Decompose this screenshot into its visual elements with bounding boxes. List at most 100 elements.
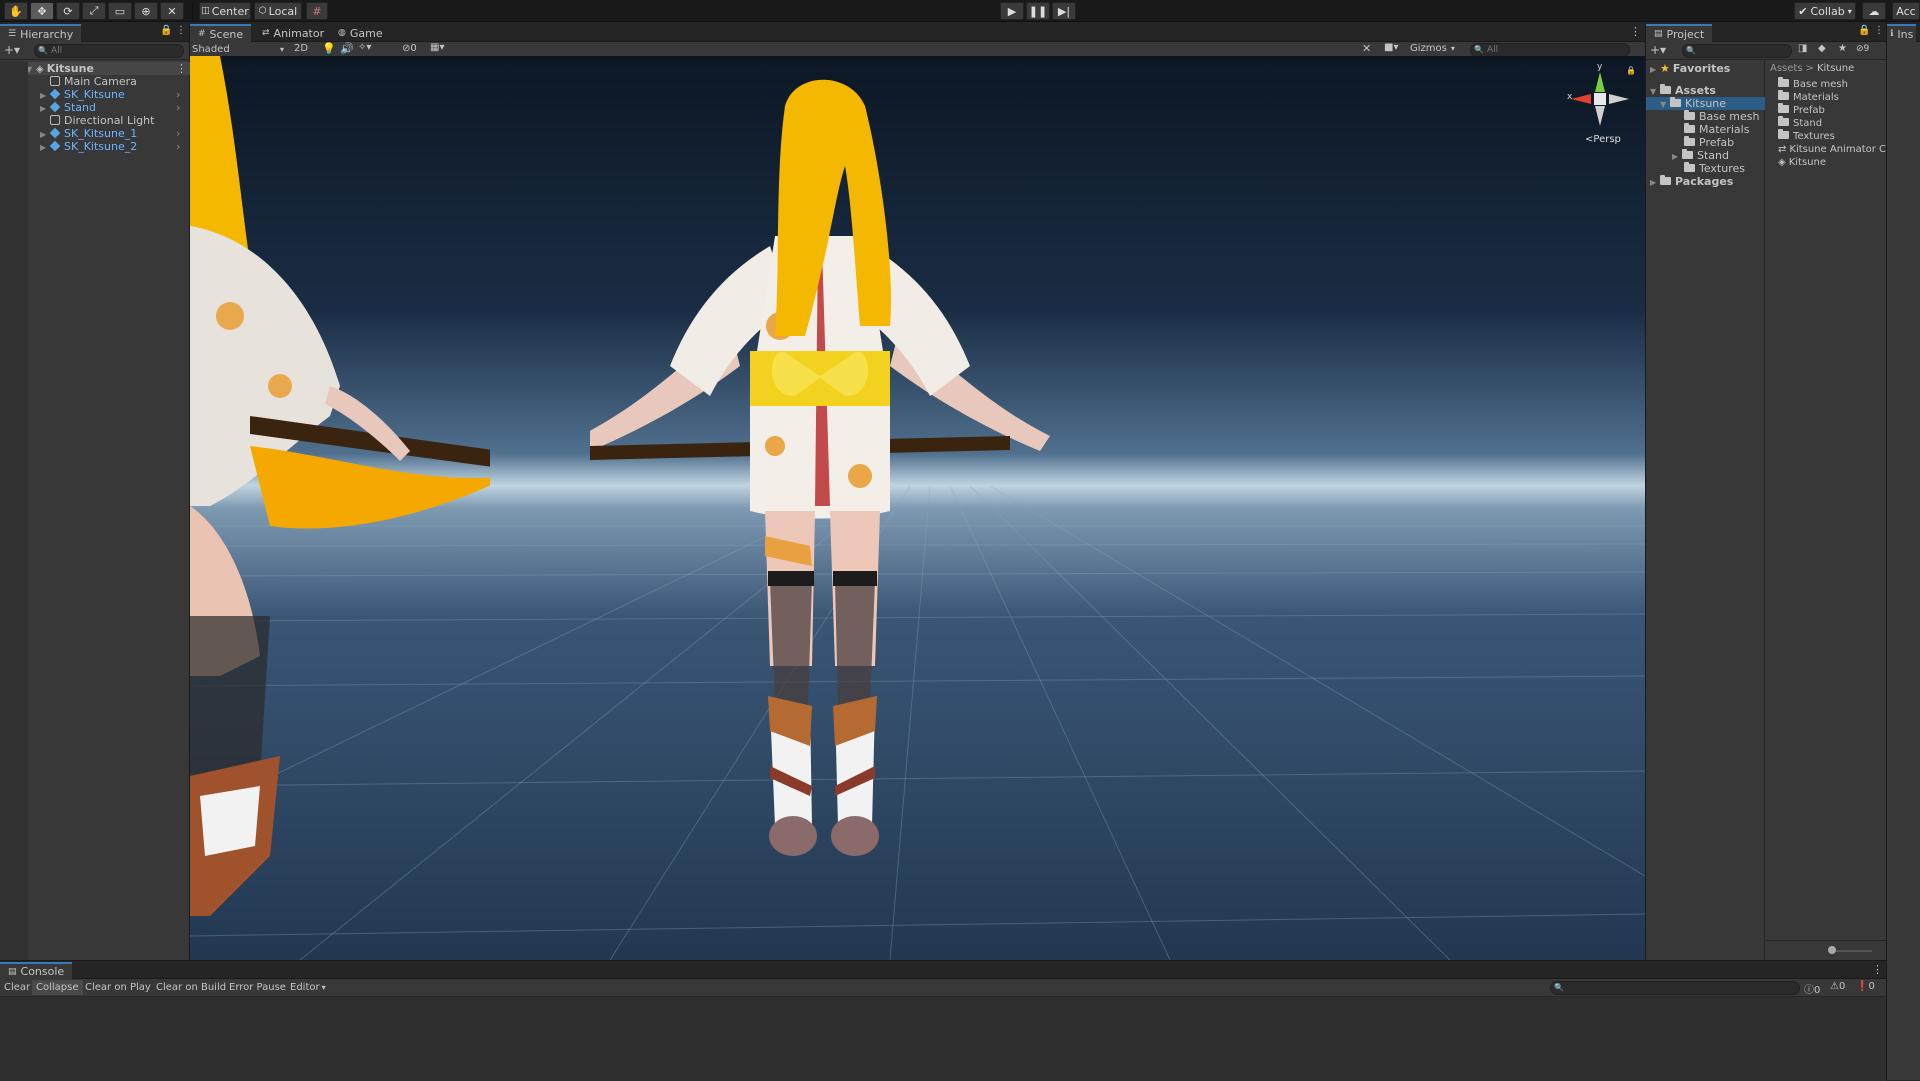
fold-closed-icon[interactable]: ▶ — [40, 102, 50, 115]
gizmo-center-cube[interactable] — [1594, 93, 1606, 105]
step-button[interactable]: ▶| — [1052, 2, 1076, 20]
fold-closed-icon[interactable]: ▶ — [40, 141, 50, 154]
breadcrumb-kitsune[interactable]: Kitsune — [1817, 63, 1854, 74]
kebab-menu-icon[interactable]: ⋮ — [1874, 25, 1884, 36]
grid-visibility-icon[interactable]: ▦▾ — [430, 42, 444, 53]
breadcrumb-assets[interactable]: Assets — [1770, 63, 1803, 74]
gizmo-neg-y-axis[interactable] — [1595, 106, 1605, 126]
favorite-star-icon[interactable]: ★ — [1838, 43, 1847, 54]
pivot-mode-button[interactable]: ◫ Center — [199, 2, 251, 20]
rotate-tool-button[interactable]: ⟳ — [56, 2, 80, 20]
camera-icon[interactable]: ■▾ — [1384, 42, 1398, 53]
rect-tool-button[interactable]: ▭ — [108, 2, 132, 20]
gizmo-lock-icon[interactable]: 🔒 — [1626, 66, 1636, 75]
project-search-input[interactable] — [1682, 44, 1792, 58]
gizmo-neg-x-axis[interactable] — [1609, 94, 1629, 104]
gizmo-x-axis[interactable] — [1571, 94, 1591, 104]
console-warning-toggle[interactable]: ⚠0 — [1830, 981, 1845, 992]
collab-button[interactable]: ✔ Collab ▾ — [1794, 2, 1856, 20]
hierarchy-item[interactable]: ▶ SK_Kitsune › — [40, 88, 190, 101]
hierarchy-item[interactable]: Main Camera — [50, 75, 137, 88]
scene-menu-icon[interactable]: ⋮ — [176, 62, 187, 75]
fold-closed-icon[interactable]: ▶ — [1650, 176, 1660, 189]
shading-mode-dropdown[interactable]: Shaded ▾ — [192, 43, 288, 56]
fold-closed-icon[interactable]: ▶ — [1672, 150, 1682, 163]
scale-tool-button[interactable]: ⤢ — [82, 2, 106, 20]
tab-inspector[interactable]: ℹ Ins — [1887, 24, 1917, 42]
projection-toggle[interactable]: <Persp — [1585, 134, 1621, 145]
orientation-gizmo[interactable] — [1565, 64, 1635, 134]
tree-assets[interactable]: ▼ Assets — [1650, 84, 1716, 97]
scene-viewport[interactable]: y x 🔒 <Persp — [190, 56, 1645, 960]
character-model-kitsune[interactable] — [590, 66, 1090, 946]
console-log-toggle[interactable]: ⓘ0 — [1804, 981, 1820, 996]
console-clear-button[interactable]: Clear — [0, 980, 34, 995]
lock-icon[interactable]: 🔒 — [1858, 25, 1870, 36]
gizmo-y-axis[interactable] — [1595, 72, 1605, 92]
hidden-packages-toggle[interactable]: ⊘9 — [1856, 44, 1869, 54]
hand-tool-button[interactable]: ✋ — [4, 2, 28, 20]
hierarchy-search-input[interactable]: All — [34, 44, 184, 58]
account-button[interactable]: Acc — [1892, 2, 1920, 20]
effects-icon[interactable]: ✧▾ — [358, 42, 371, 53]
tab-animator[interactable]: ⇄ Animator — [254, 24, 332, 42]
icon-size-slider-track[interactable] — [1832, 950, 1872, 952]
kebab-menu-icon[interactable]: ⋮ — [176, 25, 186, 36]
asset-item[interactable]: Prefab — [1778, 103, 1825, 117]
tree-favorites[interactable]: ▶ ★ Favorites — [1650, 62, 1730, 75]
asset-item[interactable]: Materials — [1778, 90, 1839, 104]
character-model-partial[interactable] — [190, 56, 490, 960]
filter-type-icon[interactable]: ◨ — [1798, 43, 1807, 54]
chevron-right-icon[interactable]: › — [176, 88, 180, 101]
custom-tool-button[interactable]: ✕ — [160, 2, 184, 20]
chevron-right-icon[interactable]: › — [176, 127, 180, 140]
gizmos-dropdown[interactable]: Gizmos ▾ — [1410, 43, 1460, 54]
asset-item[interactable]: Textures — [1778, 129, 1835, 143]
chevron-right-icon[interactable]: › — [176, 101, 180, 114]
hidden-objects-toggle[interactable]: ⊘0 — [402, 43, 417, 54]
console-search-input[interactable] — [1550, 981, 1800, 995]
create-plus-icon[interactable]: +▾ — [4, 43, 20, 57]
hierarchy-item[interactable]: ▶ SK_Kitsune_1 › — [40, 127, 190, 140]
tree-folder[interactable]: Base mesh — [1684, 110, 1759, 123]
scene-search-input[interactable]: All — [1470, 43, 1630, 57]
console-clear-on-build-button[interactable]: Clear on Build — [152, 980, 230, 995]
asset-item[interactable]: ◈ Kitsune — [1778, 156, 1826, 169]
console-collapse-button[interactable]: Collapse — [32, 980, 83, 995]
filter-label-icon[interactable]: ◆ — [1818, 43, 1826, 54]
scene-root-row[interactable]: ▼ ◈ Kitsune ⋮ — [0, 62, 190, 75]
tree-folder[interactable]: Prefab — [1684, 136, 1734, 149]
tree-folder[interactable]: Materials — [1684, 123, 1749, 136]
chevron-right-icon[interactable]: › — [176, 140, 180, 153]
asset-item[interactable]: ⇄ Kitsune Animator Co — [1778, 143, 1887, 156]
tree-folder[interactable]: Textures — [1684, 162, 1745, 175]
fold-closed-icon[interactable]: ▶ — [1650, 63, 1660, 76]
tab-hierarchy[interactable]: ☰ Hierarchy — [0, 24, 82, 42]
toggle-2d-button[interactable]: 2D — [294, 43, 314, 54]
space-mode-button[interactable]: ⬡ Local — [254, 2, 302, 20]
cloud-button[interactable]: ☁ — [1862, 2, 1886, 20]
tree-folder[interactable]: ▶ Stand — [1672, 149, 1729, 162]
audio-icon[interactable]: 🔊 — [340, 42, 354, 55]
console-clear-on-play-button[interactable]: Clear on Play — [81, 980, 155, 995]
console-error-pause-button[interactable]: Error Pause — [225, 980, 290, 995]
move-tool-button[interactable]: ✥ — [30, 2, 54, 20]
lock-icon[interactable]: 🔒 — [160, 25, 172, 36]
kebab-menu-icon[interactable]: ⋮ — [1872, 963, 1883, 976]
asset-item[interactable]: Base mesh — [1778, 77, 1848, 91]
scene-menu-icon[interactable]: ⋮ — [1630, 25, 1641, 38]
tools-cross-icon[interactable]: ✕ — [1362, 42, 1371, 55]
console-editor-dropdown[interactable]: Editor ▾ — [286, 980, 330, 995]
hierarchy-item[interactable]: ▶ SK_Kitsune_2 › — [40, 140, 190, 153]
fold-open-icon[interactable]: ▼ — [1660, 98, 1670, 111]
lighting-icon[interactable]: 💡 — [322, 42, 336, 55]
tab-game[interactable]: ◍ Game — [330, 24, 391, 42]
pause-button[interactable]: ❚❚ — [1026, 2, 1050, 20]
tree-packages[interactable]: ▶ Packages — [1650, 175, 1733, 188]
transform-tool-button[interactable]: ⊕ — [134, 2, 158, 20]
asset-item[interactable]: Stand — [1778, 116, 1822, 130]
tab-scene[interactable]: # Scene — [190, 24, 252, 42]
tab-console[interactable]: ▤ Console — [0, 962, 73, 979]
grid-snap-button[interactable]: # — [306, 2, 328, 20]
play-button[interactable]: ▶ — [1000, 2, 1024, 20]
